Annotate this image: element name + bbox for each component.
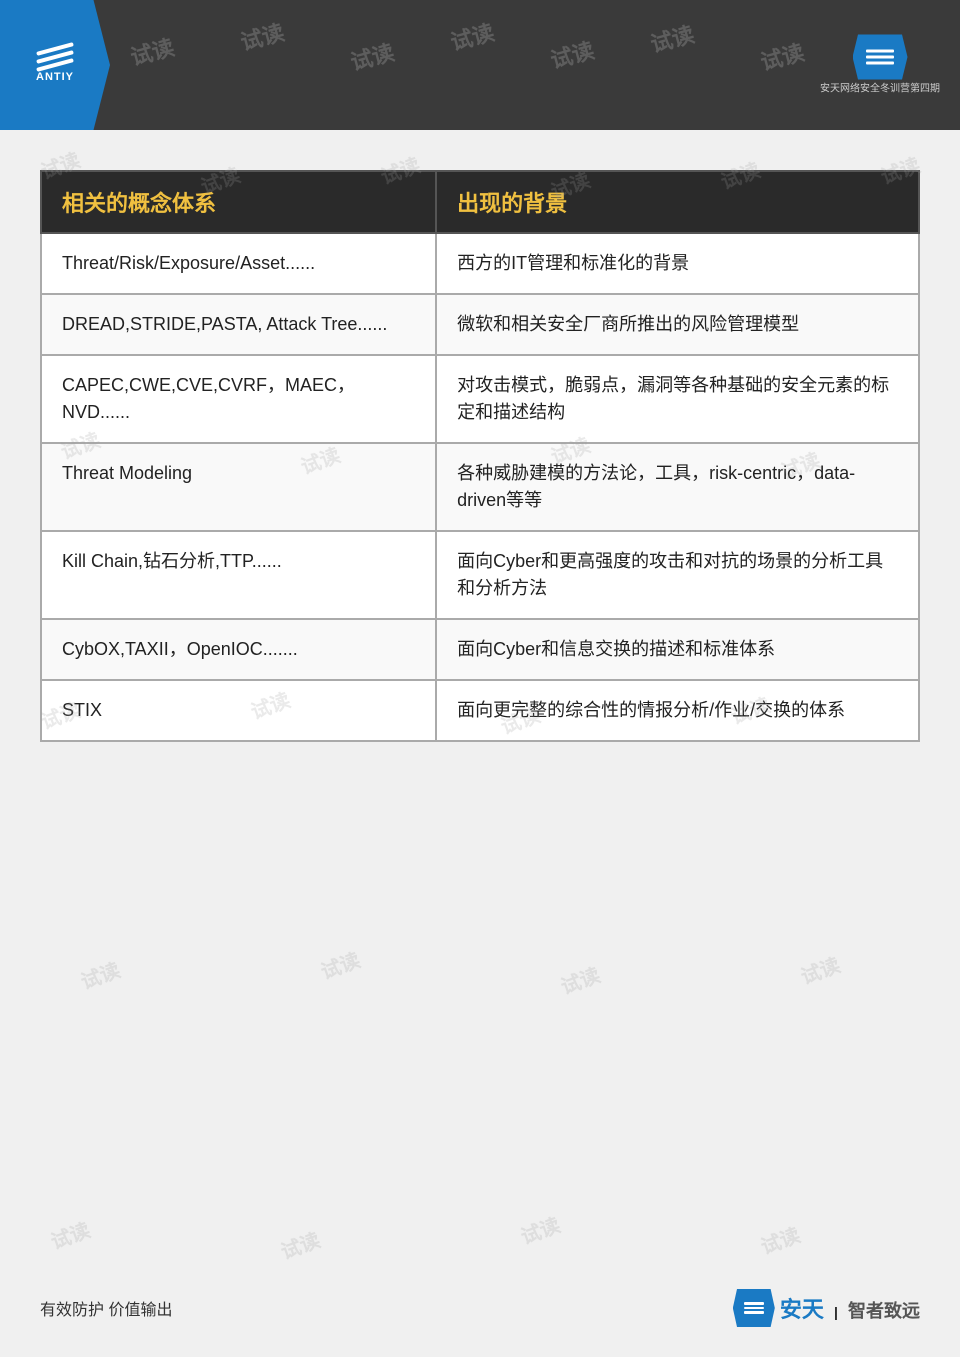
header: ANTIY 试读 试读 试读 试读 试读 试读 试读 安天网络安全冬训营第四期 [0,0,960,130]
table-cell-background: 面向Cyber和更高强度的攻击和对抗的场景的分析工具和分析方法 [436,531,919,619]
footer-logo-line-1 [744,1302,764,1305]
table-cell-concept: Threat/Risk/Exposure/Asset...... [41,233,436,294]
wm-b16: 试读 [316,944,364,985]
table-cell-background: 微软和相关安全厂商所推出的风险管理模型 [436,294,919,355]
header-logo-icon-line-1 [866,50,894,53]
header-watermarks: 试读 试读 试读 试读 试读 试读 试读 [0,0,960,130]
wm-h4: 试读 [447,15,498,57]
footer-logo-sub-text: 智者致远 [848,1301,920,1321]
table-cell-background: 对攻击模式，脆弱点，漏洞等各种基础的安全元素的标定和描述结构 [436,355,919,443]
header-right-logo: 安天网络安全冬训营第四期 [820,35,940,96]
table-row: CybOX,TAXII，OpenIOC.......面向Cyber和信息交换的描… [41,619,919,680]
wm-b19: 试读 [46,1214,94,1255]
table-cell-concept: CAPEC,CWE,CVE,CVRF，MAEC，NVD...... [41,355,436,443]
header-logo-icon [853,35,908,80]
footer-logo-line-2 [744,1307,764,1310]
col1-header: 相关的概念体系 [41,171,436,233]
footer-logo-line-3 [744,1311,764,1314]
concept-table: 相关的概念体系 出现的背景 Threat/Risk/Exposure/Asset… [40,170,920,742]
main-content: 相关的概念体系 出现的背景 Threat/Risk/Exposure/Asset… [40,170,920,742]
table-cell-background: 面向Cyber和信息交换的描述和标准体系 [436,619,919,680]
wm-b21: 试读 [516,1209,564,1250]
logo-lines [36,47,74,67]
header-right-caption: 安天网络安全冬训营第四期 [820,83,940,96]
table-cell-concept: STIX [41,680,436,741]
wm-h6: 试读 [647,17,698,59]
table-cell-concept: Kill Chain,钻石分析,TTP...... [41,531,436,619]
table-cell-background: 各种威胁建模的方法论，工具，risk-centric，data-driven等等 [436,443,919,531]
footer-logo-antiy: 安天 [780,1297,824,1322]
wm-h7: 试读 [757,35,808,77]
table-cell-concept: CybOX,TAXII，OpenIOC....... [41,619,436,680]
footer-logo-area: 安天 | 智者致远 [733,1289,920,1327]
wm-b20: 试读 [276,1224,324,1265]
header-logo-icon-lines [866,50,894,65]
table-row: STIX面向更完整的综合性的情报分析/作业/交换的体系 [41,680,919,741]
table-row: Threat/Risk/Exposure/Asset......西方的IT管理和… [41,233,919,294]
wm-h3: 试读 [347,35,398,77]
table-cell-concept: Threat Modeling [41,443,436,531]
wm-b17: 试读 [556,959,604,1000]
wm-b18: 试读 [796,949,844,990]
header-logo-icon-line-3 [866,62,894,65]
table-cell-background: 西方的IT管理和标准化的背景 [436,233,919,294]
antiy-logo: ANTIY [0,0,110,130]
table-header-row: 相关的概念体系 出现的背景 [41,171,919,233]
wm-h1: 试读 [127,30,178,72]
wm-h5: 试读 [547,33,598,75]
footer-logo: 安天 | 智者致远 [733,1289,920,1327]
wm-h2: 试读 [237,15,288,57]
col2-header: 出现的背景 [436,171,919,233]
footer-logo-icon [733,1289,775,1327]
table-row: CAPEC,CWE,CVE,CVRF，MAEC，NVD......对攻击模式，脆… [41,355,919,443]
footer: 有效防护 价值输出 安天 | 智者致远 [0,1289,960,1327]
table-row: Threat Modeling各种威胁建模的方法论，工具，risk-centri… [41,443,919,531]
table-row: DREAD,STRIDE,PASTA, Attack Tree......微软和… [41,294,919,355]
logo-text: ANTIY [36,71,74,83]
footer-logo-lines [744,1302,764,1314]
header-logo-icon-line-2 [866,56,894,59]
footer-logo-main-text: 安天 | 智者致远 [780,1292,920,1324]
table-row: Kill Chain,钻石分析,TTP......面向Cyber和更高强度的攻击… [41,531,919,619]
footer-logo-separator: | [834,1304,838,1320]
wm-b22: 试读 [756,1219,804,1260]
table-cell-background: 面向更完整的综合性的情报分析/作业/交换的体系 [436,680,919,741]
wm-b15: 试读 [76,954,124,995]
footer-tagline: 有效防护 价值输出 [40,1296,172,1320]
table-cell-concept: DREAD,STRIDE,PASTA, Attack Tree...... [41,294,436,355]
